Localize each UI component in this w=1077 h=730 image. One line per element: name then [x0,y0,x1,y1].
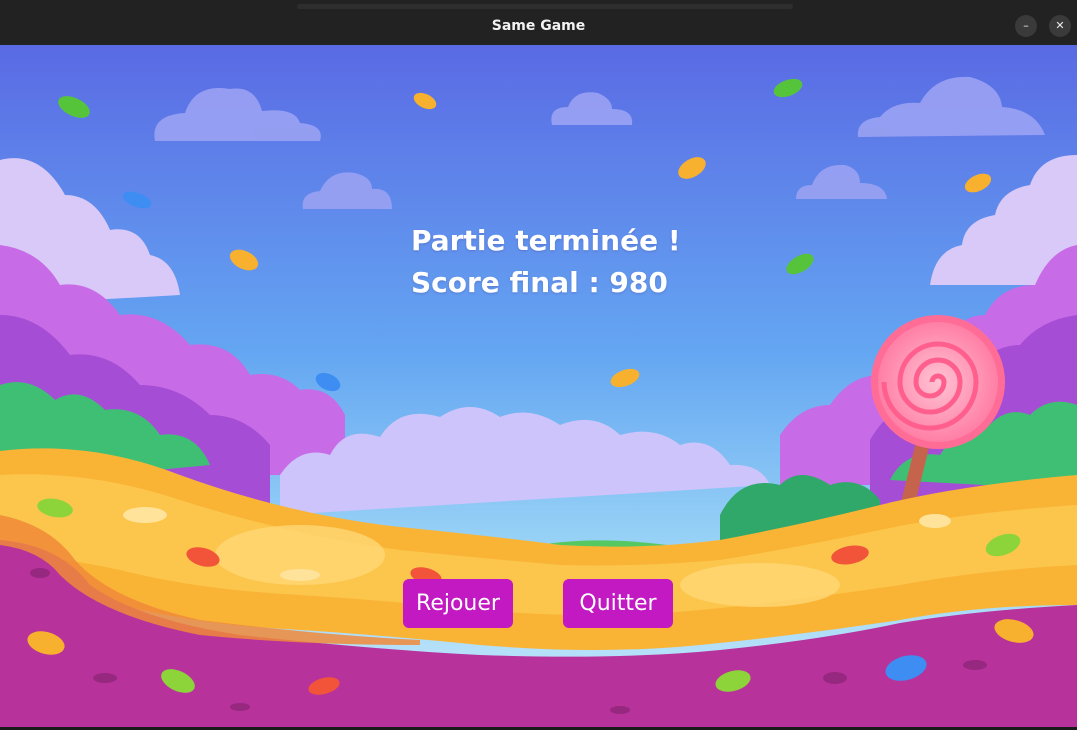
window-title: Same Game [491,18,586,34]
quit-button[interactable]: Quitter [563,579,673,628]
replay-button[interactable]: Rejouer [403,579,513,628]
close-button[interactable]: ✕ [1049,15,1071,37]
minimize-button[interactable]: – [1015,15,1037,37]
game-window: Same Game – ✕ Partie terminée ! Score fi… [0,0,1077,730]
title-bar: Same Game – ✕ [0,0,1077,45]
candy-landscape [0,45,1077,727]
game-scene: Partie terminée ! Score final : 980 Rejo… [0,45,1077,727]
final-score: Score final : 980 [411,266,668,299]
game-over-title: Partie terminée ! [411,224,681,257]
